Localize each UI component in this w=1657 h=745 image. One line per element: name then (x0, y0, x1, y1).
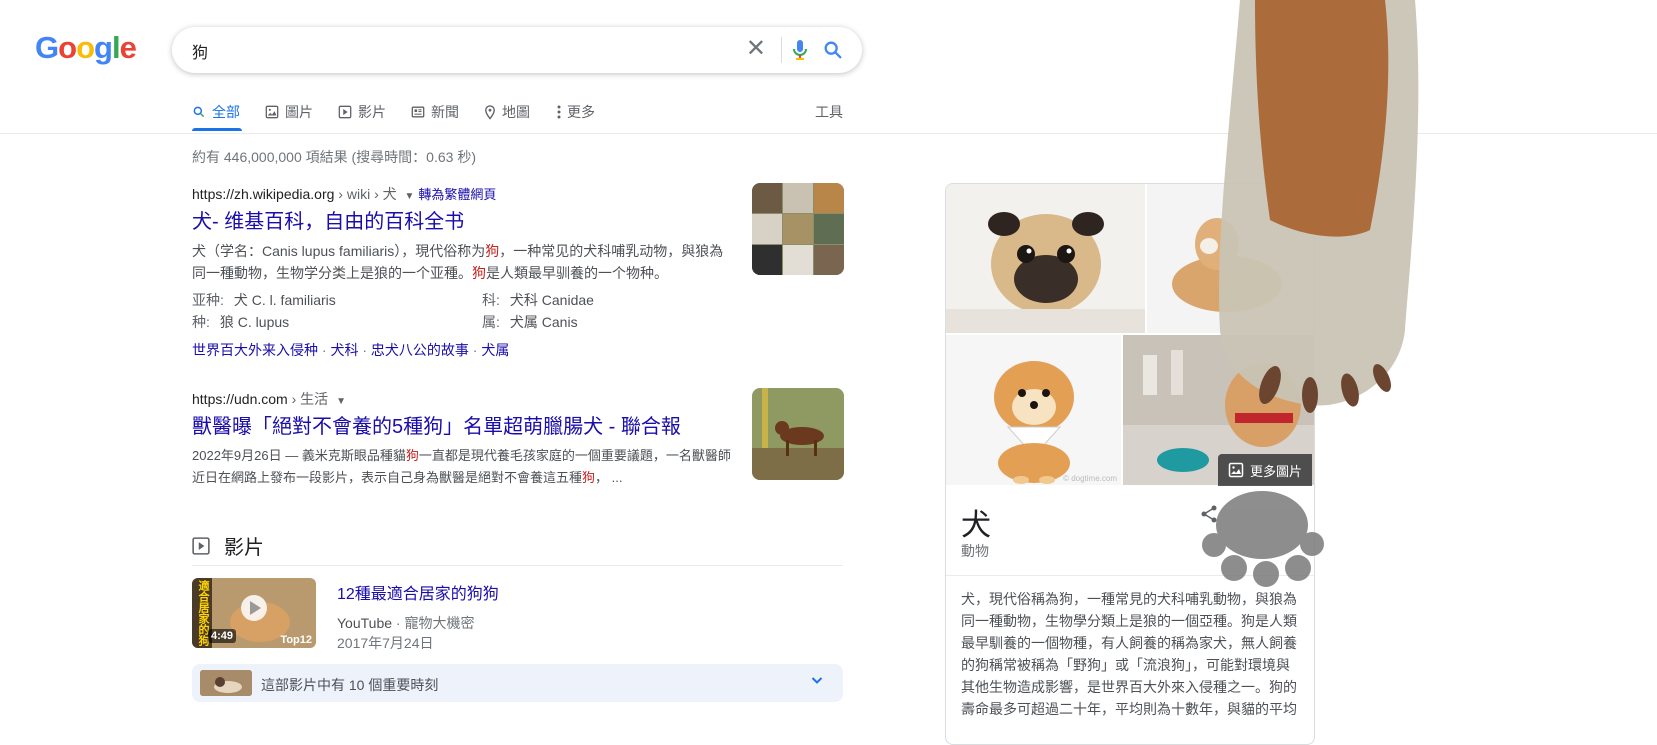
section-divider (192, 565, 843, 566)
key-moments-label: 這部影片中有 10 個重要時刻 (261, 677, 439, 693)
result-thumbnail[interactable] (752, 183, 844, 275)
kp-subtitle: 動物 (961, 543, 989, 559)
tab-all[interactable]: 全部 (192, 102, 240, 122)
tab-label: 全部 (212, 104, 240, 120)
result-thumbnail[interactable] (752, 388, 844, 480)
logo-letter: G (35, 30, 59, 65)
attribute: 科: 犬科 Canidae (482, 292, 594, 308)
tab-label: 影片 (358, 104, 386, 120)
video-overlay-text: 適合居家的狗 (197, 580, 209, 646)
key-moments-bar[interactable]: 這部影片中有 10 個重要時刻 (192, 664, 843, 702)
result-snippet: 犬（学名：Canis lupus familiaris），現代俗称为狗，一种常见… (192, 243, 724, 281)
tab-label: 更多 (567, 104, 595, 120)
result-path: › wiki › 犬 (334, 186, 397, 202)
attribute: 种: 狼 C. lupus (192, 314, 290, 330)
result-cite[interactable]: https://udn.com › 生活 ▼ (192, 389, 732, 409)
sitelinks: 世界百大外来入侵种 · 犬科 · 忠犬八公的故事 · 犬属 (192, 342, 510, 358)
kp-image-pomeranian[interactable]: © dogtime.com (946, 335, 1121, 485)
tab-more[interactable]: 更多 (557, 102, 595, 122)
video-overlay-text: Top12 (280, 634, 312, 646)
videos-header: 影片 (192, 531, 264, 560)
tab-label: 新聞 (431, 104, 459, 120)
search-icon (193, 106, 205, 118)
tab-images[interactable]: 圖片 (265, 102, 313, 122)
news-icon (411, 106, 425, 118)
translate-link[interactable]: 轉為繁體網頁 (418, 187, 496, 202)
result-url: https://udn.com (192, 391, 288, 407)
microphone-icon[interactable] (788, 38, 812, 67)
logo-letter: l (111, 30, 121, 65)
result-stats: 約有 446,000,000 項結果 (搜尋時間：0.63 秒) (192, 149, 476, 165)
logo-letter: g (94, 30, 113, 65)
key-moment-thumbnail (200, 670, 252, 696)
play-icon (338, 105, 352, 119)
video-channel: 寵物大機密 (404, 615, 475, 631)
search-result: https://zh.wikipedia.org › wiki › 犬 ▼ 轉為繁… (192, 184, 732, 360)
video-thumbnail[interactable]: 適合居家的狗 Top12 4:49 (192, 578, 316, 648)
active-tab-indicator (192, 128, 242, 131)
sitelink[interactable]: 世界百大外来入侵种 (192, 342, 318, 358)
image-icon (265, 105, 279, 119)
kp-description: 犬，現代俗稱為狗，一種常見的犬科哺乳動物，與狼為同一種動物，生物學分類上是狼的一… (961, 591, 1297, 717)
kp-title: 犬 (961, 509, 991, 542)
tools-label: 工具 (815, 104, 843, 120)
tools-button[interactable]: 工具 (815, 102, 843, 122)
search-box[interactable]: 狗 ✕ (172, 27, 862, 73)
logo-letter: o (76, 30, 95, 65)
attribute: 亚种: 犬 C. l. familiaris (192, 292, 336, 308)
tab-label: 地圖 (502, 104, 530, 120)
video-duration: 4:49 (208, 629, 237, 643)
map-pin-icon (485, 104, 495, 120)
result-cite[interactable]: https://zh.wikipedia.org › wiki › 犬 ▼ 轉為繁… (192, 184, 732, 204)
attribute: 属: 犬属 Canis (482, 314, 578, 330)
cat-paw-overlay[interactable] (1200, 0, 1430, 590)
search-divider (781, 37, 782, 63)
result-title[interactable]: 獸醫曝「絕對不會養的5種狗」名單超萌臘腸犬 - 聯合報 (192, 414, 732, 440)
kp-image-pug[interactable] (946, 184, 1145, 333)
video-source: YouTube · 寵物大機密 (337, 615, 475, 631)
sitelink[interactable]: 忠犬八公的故事 (371, 342, 469, 358)
chevron-down-icon[interactable]: ▼ (405, 191, 415, 202)
video-title[interactable]: 12種最適合居家的狗狗 (337, 580, 499, 604)
image-watermark: © dogtime.com (1063, 474, 1117, 483)
tab-maps[interactable]: 地圖 (484, 102, 530, 122)
clear-icon[interactable]: ✕ (746, 37, 766, 61)
result-url: https://zh.wikipedia.org (192, 186, 335, 202)
tab-news[interactable]: 新聞 (411, 102, 459, 122)
videos-heading: 影片 (224, 537, 264, 559)
sitelink[interactable]: 犬属 (481, 342, 509, 358)
video-date: 2017年7月24日 (337, 635, 434, 651)
chevron-down-icon[interactable] (809, 672, 825, 693)
logo-letter: e (119, 30, 137, 65)
chevron-down-icon[interactable]: ▼ (336, 396, 346, 407)
search-icon[interactable] (822, 39, 844, 66)
play-icon (192, 536, 210, 555)
tab-label: 圖片 (285, 104, 313, 120)
search-result: https://udn.com › 生活 ▼ 獸醫曝「絕對不會養的5種狗」名單超… (192, 389, 732, 489)
more-vert-icon (557, 105, 561, 119)
search-input[interactable]: 狗 (192, 39, 208, 63)
sitelink[interactable]: 犬科 (330, 342, 358, 358)
tab-videos[interactable]: 影片 (338, 102, 386, 122)
result-title[interactable]: 犬- 维基百科，自由的百科全书 (192, 209, 732, 235)
logo-letter: o (58, 30, 77, 65)
result-path: › 生活 (287, 391, 329, 407)
result-snippet: 2022年9月26日 — 義米克斯眼品種貓狗一直都是現代養毛孩家庭的一個重要議題… (192, 448, 731, 485)
google-logo[interactable]: Google (35, 30, 137, 66)
paw-print-icon (1202, 491, 1324, 587)
video-platform: YouTube (337, 615, 393, 631)
result-attributes: 亚种: 犬 C. l. familiaris 科: 犬科 Canidae 种: 狼 C… (192, 290, 732, 334)
